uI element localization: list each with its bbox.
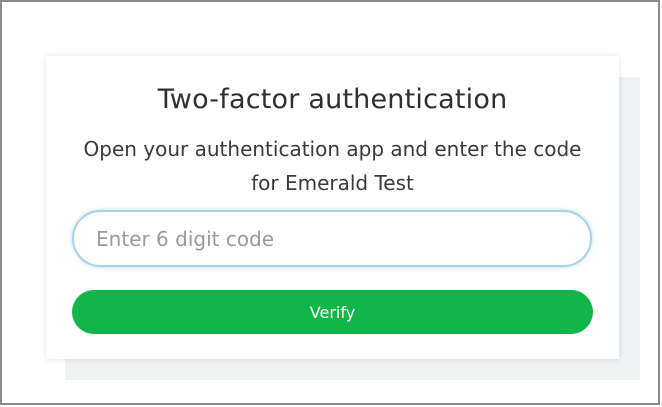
instructions-text: Open your authentication app and enter t… [83, 137, 582, 195]
verify-button[interactable]: Verify [72, 290, 593, 334]
code-input[interactable] [72, 210, 592, 267]
page-title: Two-factor authentication [157, 84, 508, 115]
window-frame: Two-factor authentication Open your auth… [0, 0, 660, 405]
two-factor-card: Two-factor authentication Open your auth… [46, 56, 619, 359]
